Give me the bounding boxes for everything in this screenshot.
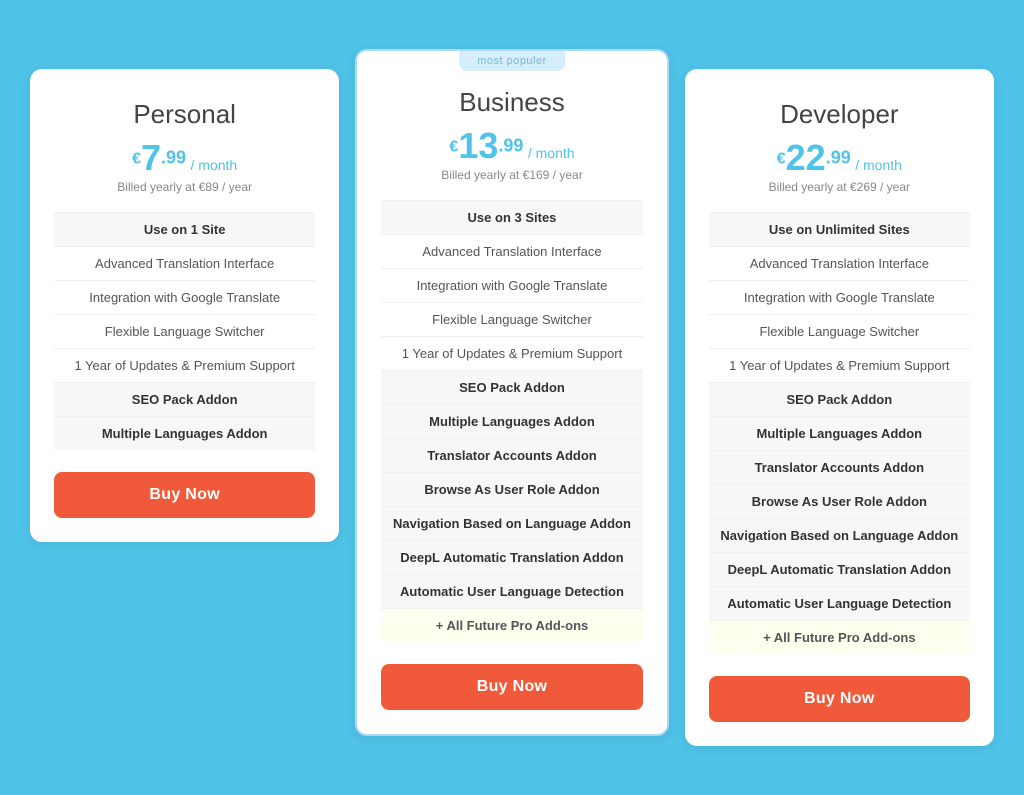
plan-billed: Billed yearly at €269 / year: [709, 180, 970, 194]
plan-amount: 22: [786, 137, 826, 178]
plan-period: / month: [191, 157, 238, 173]
plan-cents: .99: [826, 148, 851, 168]
feature-item: Integration with Google Translate: [54, 280, 315, 314]
pricing-card-developer: Developer €22.99 / month Billed yearly a…: [685, 69, 994, 746]
feature-item: Translator Accounts Addon: [381, 438, 642, 472]
feature-item: Multiple Languages Addon: [54, 416, 315, 450]
feature-item: Navigation Based on Language Addon: [709, 518, 970, 552]
feature-item: 1 Year of Updates & Premium Support: [709, 348, 970, 382]
features-list: Use on Unlimited SitesAdvanced Translati…: [709, 212, 970, 654]
plan-price: €13.99 / month: [381, 128, 642, 164]
buy-now-button[interactable]: Buy Now: [381, 664, 642, 710]
plan-period: / month: [528, 145, 575, 161]
plan-name: Personal: [54, 99, 315, 130]
feature-item: Integration with Google Translate: [709, 280, 970, 314]
feature-item: 1 Year of Updates & Premium Support: [54, 348, 315, 382]
feature-item: 1 Year of Updates & Premium Support: [381, 336, 642, 370]
plan-billed: Billed yearly at €169 / year: [381, 168, 642, 182]
buy-now-button[interactable]: Buy Now: [54, 472, 315, 518]
feature-item: Advanced Translation Interface: [54, 246, 315, 280]
feature-item: Flexible Language Switcher: [54, 314, 315, 348]
feature-item: Translator Accounts Addon: [709, 450, 970, 484]
plan-price: €7.99 / month: [54, 140, 315, 176]
pricing-card-personal: Personal €7.99 / month Billed yearly at …: [30, 69, 339, 542]
plan-name: Developer: [709, 99, 970, 130]
feature-item: Advanced Translation Interface: [381, 234, 642, 268]
feature-item: Navigation Based on Language Addon: [381, 506, 642, 540]
pricing-card-business: most populer Business €13.99 / month Bil…: [355, 49, 668, 736]
feature-item: SEO Pack Addon: [381, 370, 642, 404]
feature-item: DeepL Automatic Translation Addon: [709, 552, 970, 586]
plan-cents: .99: [498, 136, 523, 156]
feature-item: Browse As User Role Addon: [709, 484, 970, 518]
plan-period: / month: [855, 157, 902, 173]
feature-item: Use on 1 Site: [54, 212, 315, 246]
feature-item: DeepL Automatic Translation Addon: [381, 540, 642, 574]
buy-now-button[interactable]: Buy Now: [709, 676, 970, 722]
plan-cents: .99: [161, 148, 186, 168]
pricing-wrapper: Personal €7.99 / month Billed yearly at …: [22, 49, 1002, 746]
feature-item: Flexible Language Switcher: [709, 314, 970, 348]
feature-item: + All Future Pro Add-ons: [381, 608, 642, 642]
plan-currency: €: [132, 151, 141, 168]
feature-item: + All Future Pro Add-ons: [709, 620, 970, 654]
plan-currency: €: [777, 151, 786, 168]
feature-item: Integration with Google Translate: [381, 268, 642, 302]
feature-item: SEO Pack Addon: [709, 382, 970, 416]
feature-item: Multiple Languages Addon: [381, 404, 642, 438]
plan-amount: 13: [458, 125, 498, 166]
features-list: Use on 1 SiteAdvanced Translation Interf…: [54, 212, 315, 450]
feature-item: Automatic User Language Detection: [709, 586, 970, 620]
feature-item: Browse As User Role Addon: [381, 472, 642, 506]
feature-item: SEO Pack Addon: [54, 382, 315, 416]
feature-item: Multiple Languages Addon: [709, 416, 970, 450]
plan-name: Business: [381, 87, 642, 118]
feature-item: Advanced Translation Interface: [709, 246, 970, 280]
plan-currency: €: [449, 139, 458, 156]
plan-billed: Billed yearly at €89 / year: [54, 180, 315, 194]
feature-item: Use on 3 Sites: [381, 200, 642, 234]
feature-item: Flexible Language Switcher: [381, 302, 642, 336]
plan-amount: 7: [141, 137, 161, 178]
plan-price: €22.99 / month: [709, 140, 970, 176]
most-popular-badge: most populer: [459, 51, 565, 71]
feature-item: Use on Unlimited Sites: [709, 212, 970, 246]
features-list: Use on 3 SitesAdvanced Translation Inter…: [381, 200, 642, 642]
feature-item: Automatic User Language Detection: [381, 574, 642, 608]
